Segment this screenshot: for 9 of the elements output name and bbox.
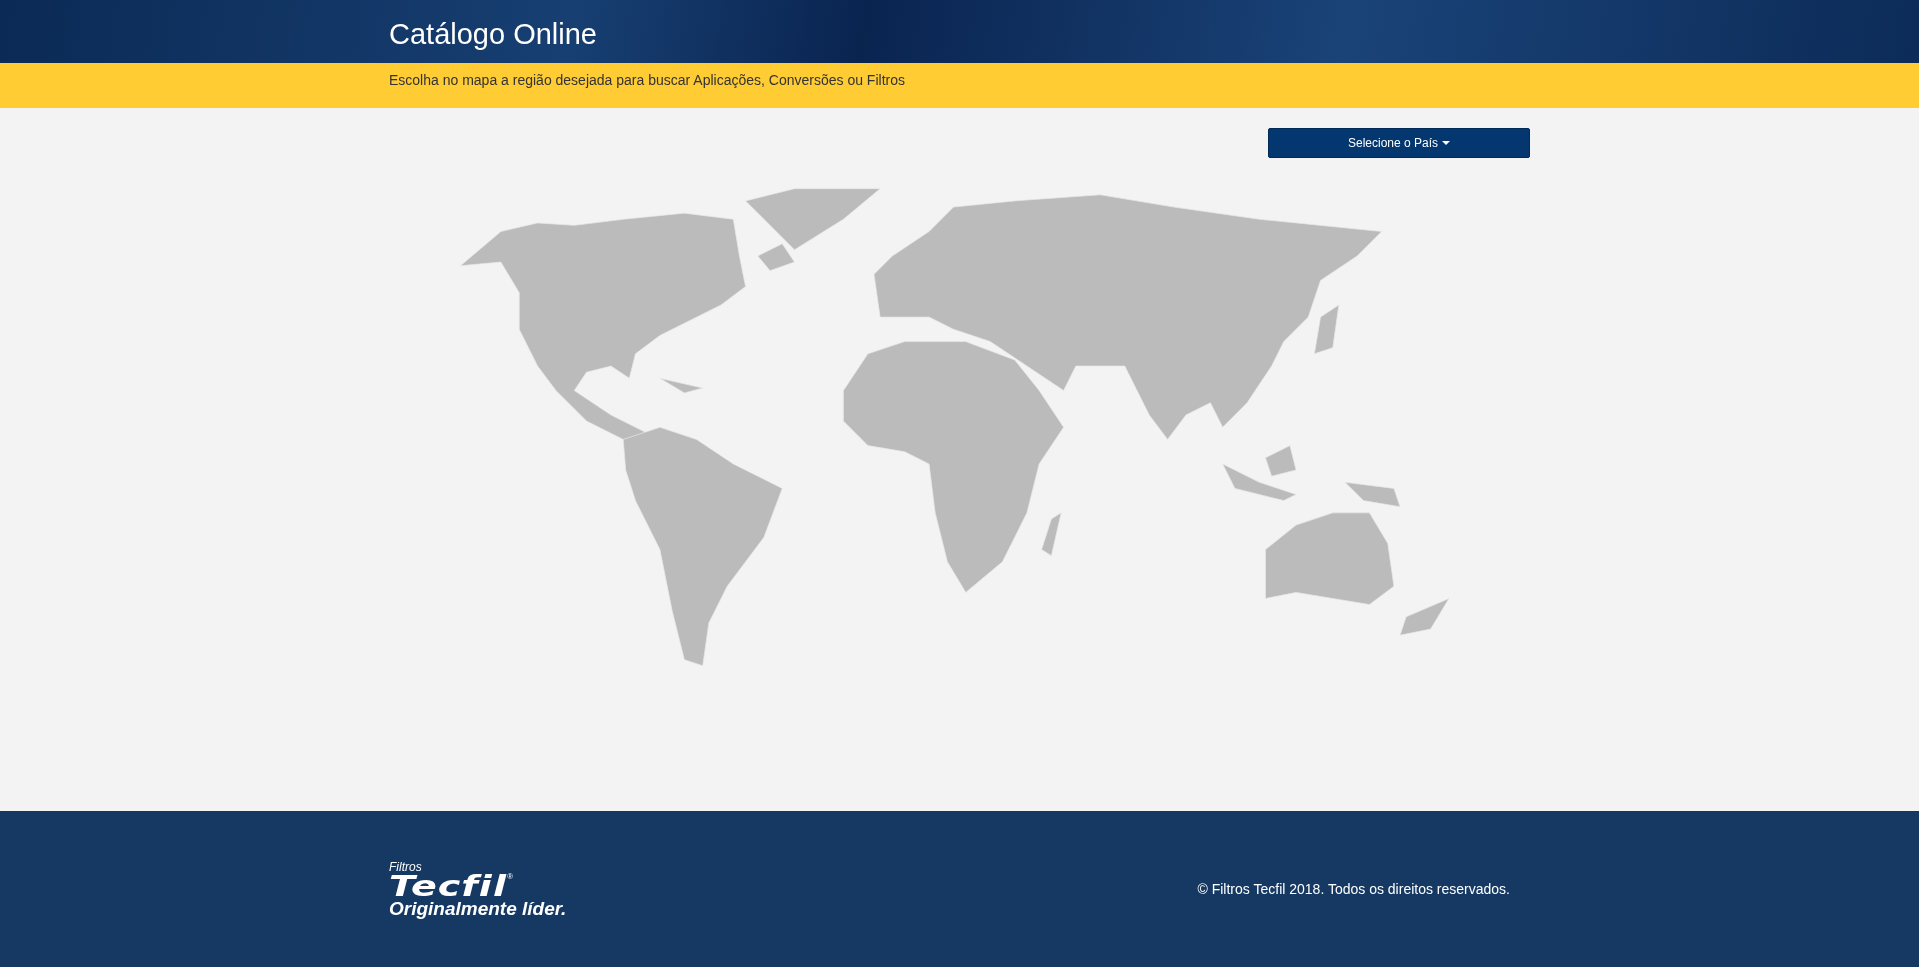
logo-text: Filtros	[389, 860, 423, 873]
tagline-text: Originalmente líder.	[389, 898, 567, 918]
instruction-text: Escolha no mapa a região desejada para buscar Aplicações, Conversões ou Filtros	[389, 71, 905, 88]
page-title: Catálogo Online	[389, 18, 597, 51]
caret-icon	[1442, 141, 1451, 145]
copyright-text: © Filtros Tecfil 2018. Todos os direitos reservados.	[1197, 881, 1510, 897]
registered-mark: ®	[506, 872, 513, 881]
country-dropdown-button[interactable]: Selecione o País	[1268, 128, 1530, 158]
brand-logo-text: Tecfil	[389, 871, 507, 900]
